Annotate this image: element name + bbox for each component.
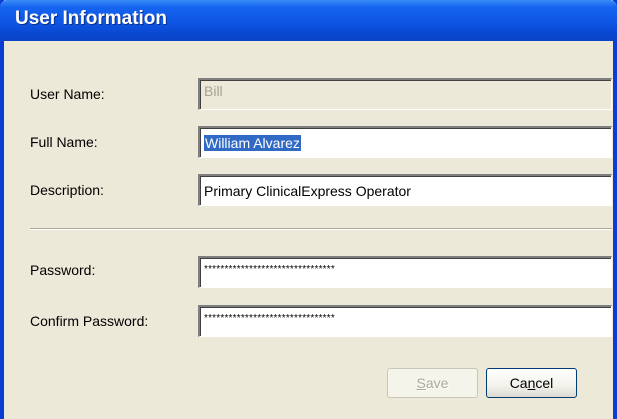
save-label-rest: ave bbox=[425, 375, 449, 391]
save-button[interactable]: Save bbox=[387, 368, 478, 398]
confirm-password-label: Confirm Password: bbox=[30, 313, 149, 329]
description-value: Primary ClinicalExpress Operator bbox=[204, 182, 411, 199]
user-name-label: User Name: bbox=[30, 86, 105, 102]
section-divider bbox=[30, 228, 612, 230]
confirm-password-value: ******************************** bbox=[204, 313, 335, 324]
full-name-field[interactable]: William Alvarez bbox=[198, 126, 612, 158]
password-value: ******************************** bbox=[204, 264, 335, 275]
password-label: Password: bbox=[30, 262, 96, 278]
confirm-password-field[interactable]: ******************************** bbox=[198, 305, 612, 337]
password-field[interactable]: ******************************** bbox=[198, 256, 612, 288]
cancel-mnemonic: n bbox=[527, 375, 536, 391]
description-label: Description: bbox=[30, 182, 104, 198]
cancel-label-rest: cel bbox=[535, 375, 554, 391]
save-mnemonic: S bbox=[416, 375, 426, 391]
description-field[interactable]: Primary ClinicalExpress Operator bbox=[198, 174, 612, 206]
dialog-title: User Information bbox=[15, 8, 168, 29]
cancel-label-pre: Ca bbox=[509, 375, 528, 391]
title-bar[interactable]: User Information bbox=[0, 0, 617, 41]
user-name-field: Bill bbox=[198, 78, 612, 110]
full-name-value: William Alvarez bbox=[204, 134, 301, 151]
user-information-dialog: User Information User Name: Bill Full Na… bbox=[0, 0, 617, 419]
user-name-value: Bill bbox=[204, 83, 223, 99]
full-name-label: Full Name: bbox=[30, 134, 98, 150]
cancel-button[interactable]: Ca n cel bbox=[486, 368, 577, 398]
